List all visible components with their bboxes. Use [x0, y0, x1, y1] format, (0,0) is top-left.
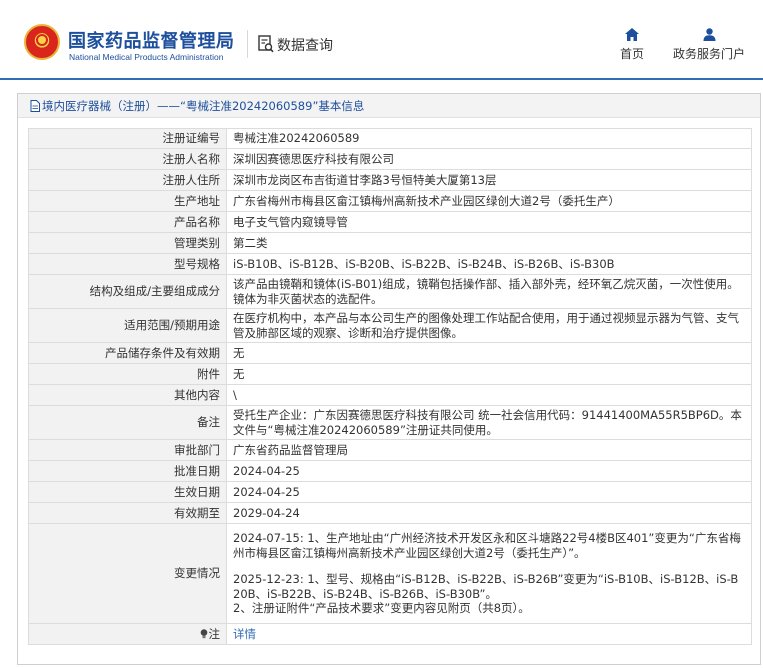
field-value: 在医疗机构中，本产品与本公司生产的图像处理工作站配合使用，用于通过视频显示器为气… — [226, 308, 752, 343]
change-spacer — [233, 560, 745, 572]
change-entry-2-line-1: 2025-12-23: 1、型号、规格由“iS-B12B、iS-B22B、iS-… — [233, 572, 739, 601]
table-row: 生产地址 广东省梅州市梅县区畲江镇梅州高新技术产业园区绿创大道2号（委托生产） — [28, 190, 752, 212]
table-row: 管理类别 第二类 — [28, 232, 752, 254]
field-value: 2024-04-25 — [226, 481, 752, 503]
table-row: 型号规格 iS-B10B、iS-B12B、iS-B20B、iS-B22B、iS-… — [28, 253, 752, 275]
table-row: 审批部门 广东省药品监督管理局 — [28, 439, 752, 461]
field-value: 2029-04-24 — [226, 502, 752, 524]
field-label: 注册人住所 — [28, 169, 227, 191]
table-row: 注册人名称 深圳因赛德思医疗科技有限公司 — [28, 148, 752, 170]
change-entry-2-line-2: 2、注册证附件“产品技术要求”变更内容见附页（共8页）。 — [233, 601, 530, 616]
details-link[interactable]: 详情 — [233, 627, 256, 641]
field-value: 受托生产企业：广东因赛德思医疗科技有限公司 统一社会信用代码：91441400M… — [226, 405, 752, 440]
table-row-changes: 变更情况 2024-07-15: 1、生产地址由“广州经济技术开发区永和区斗塘路… — [28, 523, 752, 624]
field-label: 产品名称 — [28, 211, 227, 233]
table-row: 产品名称 电子支气管内窥镜导管 — [28, 211, 752, 233]
field-label: 附件 — [28, 363, 227, 385]
table-row: 有效期至 2029-04-24 — [28, 502, 752, 524]
header-divider — [247, 30, 248, 58]
lightbulb-icon — [200, 629, 207, 638]
field-label: 生效日期 — [28, 481, 227, 503]
table-row: 产品储存条件及有效期 无 — [28, 342, 752, 364]
changes-value: 2024-07-15: 1、生产地址由“广州经济技术开发区永和区斗塘路22号4楼… — [226, 523, 752, 624]
site-header: 国家药品监督管理局 National Medical Products Admi… — [0, 0, 763, 80]
nav-portal-label: 政务服务门户 — [672, 47, 745, 61]
document-icon — [30, 100, 40, 112]
field-label: 其他内容 — [28, 384, 227, 406]
document-search-icon — [258, 35, 274, 53]
section-title: 数据查询 — [277, 38, 333, 54]
field-label: 批准日期 — [28, 460, 227, 482]
field-label: 审批部门 — [28, 439, 227, 461]
table-row: 结构及组成/主要组成成分 该产品由镜鞘和镜体(iS-B01)组成，镜鞘包括操作部… — [28, 274, 752, 309]
field-value: 深圳市龙岗区布吉街道甘李路3号恒特美大厦第13层 — [226, 169, 752, 191]
field-label: 注册证编号 — [28, 128, 227, 149]
table-row: 注册人住所 深圳市龙岗区布吉街道甘李路3号恒特美大厦第13层 — [28, 169, 752, 191]
note-label: 注 — [208, 626, 221, 641]
field-value: 广东省梅州市梅县区畲江镇梅州高新技术产业园区绿创大道2号（委托生产） — [226, 190, 752, 212]
table-row: 生效日期 2024-04-25 — [28, 481, 752, 503]
field-label: 生产地址 — [28, 190, 227, 212]
field-value: 电子支气管内窥镜导管 — [226, 211, 752, 233]
field-label: 适用范围/预期用途 — [28, 308, 227, 343]
breadcrumb: 境内医疗器械（注册）——“粤械注准20242060589”基本信息 — [18, 94, 760, 118]
table-row: 其他内容 \ — [28, 384, 752, 406]
registration-info-table: 注册证编号 粤械注准20242060589 注册人名称 深圳因赛德思医疗科技有限… — [28, 128, 752, 645]
nav-home[interactable]: 首页 — [616, 28, 648, 62]
detail-panel: 境内医疗器械（注册）——“粤械注准20242060589”基本信息 注册证编号 … — [17, 93, 761, 665]
user-icon — [703, 28, 715, 41]
field-label: 结构及组成/主要组成成分 — [28, 274, 227, 309]
nav-service-portal[interactable]: 政务服务门户 — [669, 28, 749, 62]
table-row: 备注 受托生产企业：广东因赛德思医疗科技有限公司 统一社会信用代码：914414… — [28, 405, 752, 440]
field-label: 备注 — [28, 405, 227, 440]
field-label: 有效期至 — [28, 502, 227, 524]
home-icon — [625, 28, 639, 41]
note-value: 详情 — [226, 623, 752, 645]
field-value: 深圳因赛德思医疗科技有限公司 — [226, 148, 752, 170]
breadcrumb-text[interactable]: 境内医疗器械（注册）——“粤械注准20242060589”基本信息 — [42, 99, 364, 113]
table-row: 批准日期 2024-04-25 — [28, 460, 752, 482]
field-value: 无 — [226, 363, 752, 385]
field-value: 2024-04-25 — [226, 460, 752, 482]
field-label: 注册人名称 — [28, 148, 227, 170]
nav-home-label: 首页 — [619, 47, 644, 61]
field-value: iS-B10B、iS-B12B、iS-B20B、iS-B22B、iS-B24B、… — [226, 253, 752, 275]
note-label-cell: 注 — [28, 623, 227, 645]
field-value: \ — [226, 384, 752, 406]
field-value: 第二类 — [226, 232, 752, 254]
field-label: 型号规格 — [28, 253, 227, 275]
field-label: 变更情况 — [28, 523, 227, 624]
field-value: 无 — [226, 342, 752, 364]
table-row: 附件 无 — [28, 363, 752, 385]
field-value: 该产品由镜鞘和镜体(iS-B01)组成，镜鞘包括操作部、插入部外壳，经环氧乙烷灭… — [226, 274, 752, 309]
national-emblem-icon — [24, 24, 60, 60]
site-title[interactable]: 国家药品监督管理局 — [68, 27, 235, 53]
change-entry-1: 2024-07-15: 1、生产地址由“广州经济技术开发区永和区斗塘路22号4楼… — [233, 531, 741, 560]
field-value: 广东省药品监督管理局 — [226, 439, 752, 461]
table-row-note: 注 详情 — [28, 623, 752, 645]
site-subtitle: National Medical Products Administration — [69, 52, 224, 62]
field-label: 管理类别 — [28, 232, 227, 254]
table-row: 适用范围/预期用途 在医疗机构中，本产品与本公司生产的图像处理工作站配合使用，用… — [28, 308, 752, 343]
field-value: 粤械注准20242060589 — [226, 128, 752, 149]
table-row: 注册证编号 粤械注准20242060589 — [28, 128, 752, 149]
field-label: 产品储存条件及有效期 — [28, 342, 227, 364]
